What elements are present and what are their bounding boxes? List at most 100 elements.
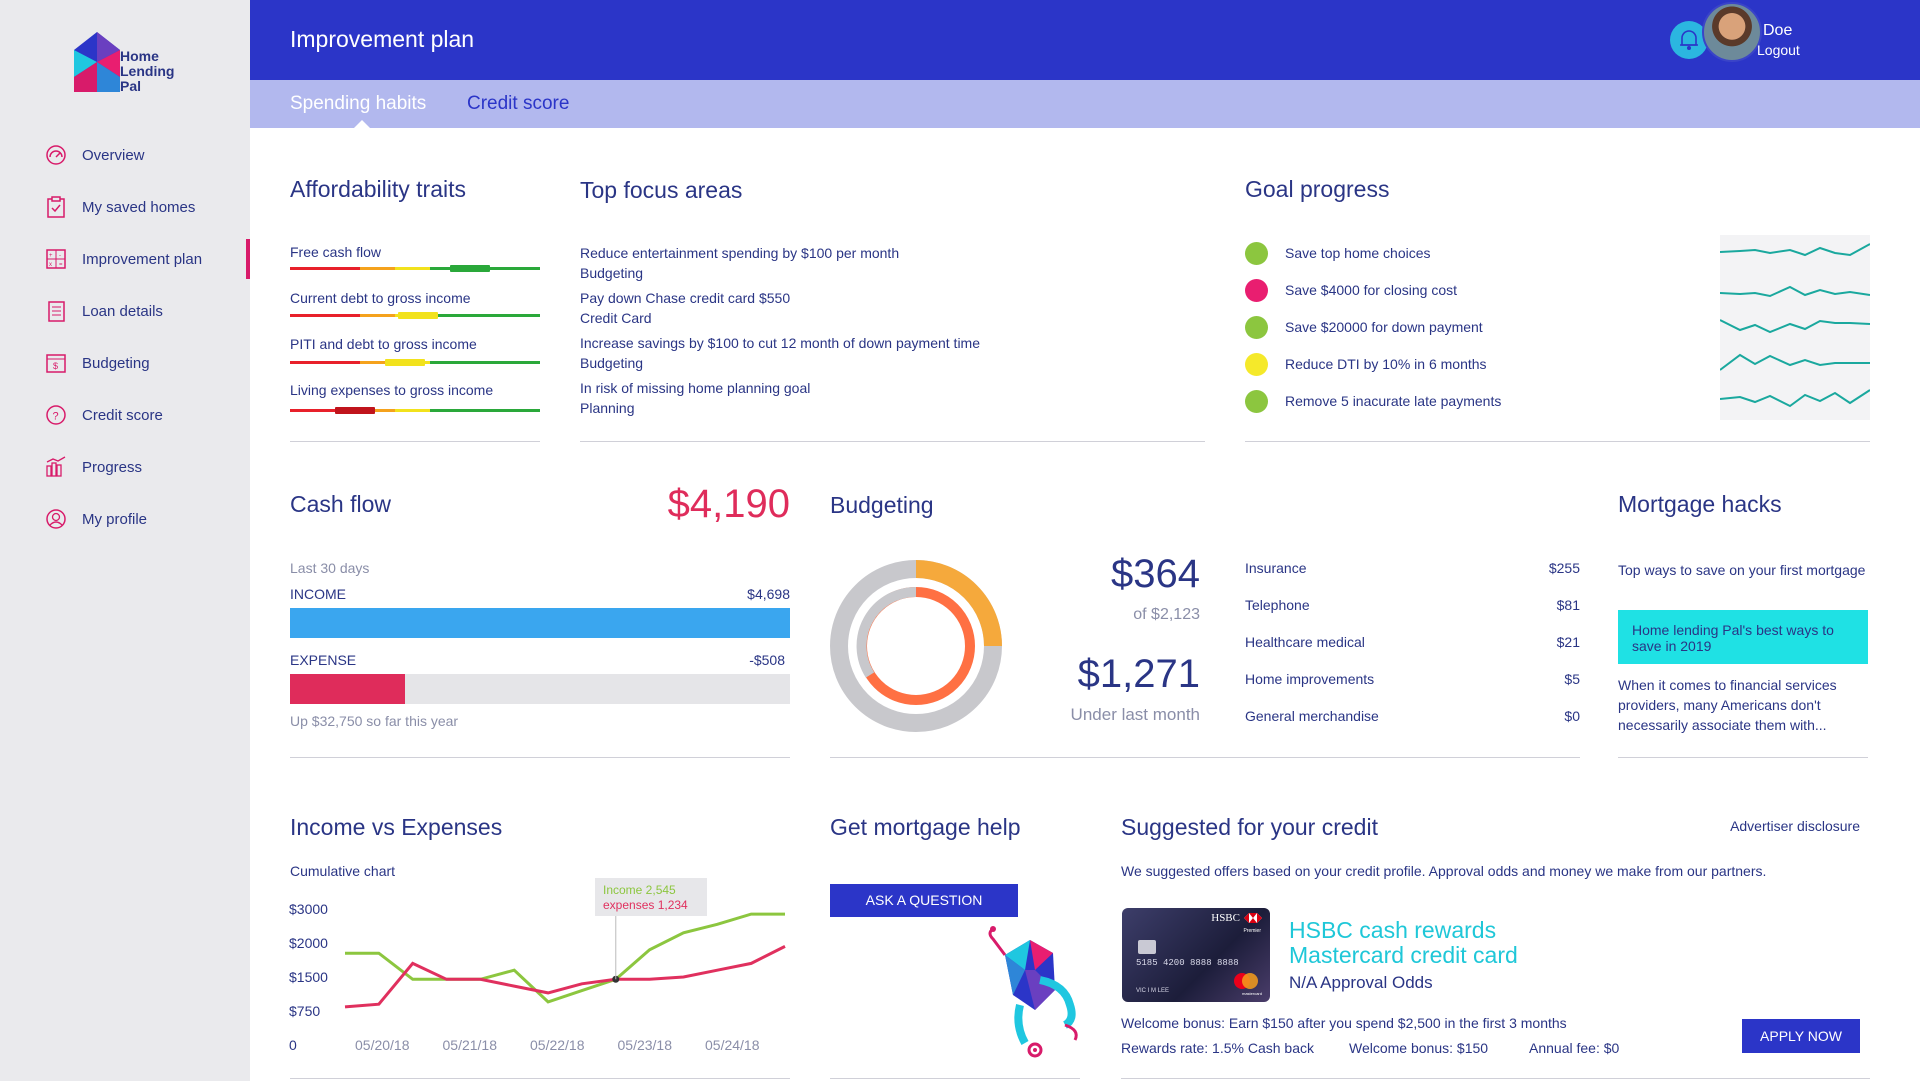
rewards-rate: Rewards rate: 1.5% Cash back [1121, 1040, 1314, 1056]
trait-label: Living expenses to gross income [290, 382, 494, 398]
focus-item[interactable]: In risk of missing home planning goal [580, 380, 810, 396]
focus-title: Top focus areas [580, 177, 743, 203]
budgeting-title: Budgeting [830, 492, 934, 518]
sidebar-item-saved-homes[interactable]: My saved homes [0, 187, 250, 227]
goal-status-dot [1245, 390, 1268, 413]
svg-text:$: $ [53, 361, 58, 371]
focus-item[interactable]: Pay down Chase credit card $550 [580, 290, 790, 306]
chart-title: Income vs Expenses [290, 814, 503, 840]
card-name-line: Mastercard credit card [1289, 942, 1518, 968]
calculator-icon: + - x = [46, 249, 66, 269]
card-name-link[interactable]: HSBC cash rewards Mastercard credit card [1289, 918, 1518, 968]
sidebar-item-progress[interactable]: Progress [0, 447, 250, 487]
logo[interactable]: Home Lending Pal [72, 30, 212, 100]
focus-category: Budgeting [580, 265, 644, 281]
x-tick-label: 05/21/18 [443, 1037, 498, 1053]
x-tick-label: 05/22/18 [530, 1037, 585, 1053]
gauge-icon [46, 145, 66, 165]
card-tier: Premier [1243, 928, 1261, 934]
budget-category-name: Telephone [1245, 597, 1310, 613]
sidebar-item-overview[interactable]: Overview [0, 135, 250, 175]
card-brand: HSBC [1211, 912, 1240, 924]
advertiser-disclosure-link[interactable]: Advertiser disclosure [1720, 818, 1860, 834]
tab-credit-score[interactable]: Credit score [467, 93, 569, 115]
budget-category-name: Healthcare medical [1245, 634, 1365, 650]
card-holder: VIC I M LEE [1136, 988, 1170, 994]
cashflow-period: Last 30 days [290, 560, 370, 576]
sidebar: Home Lending Pal Overview My saved homes… [0, 0, 250, 1081]
goal-sparklines [1720, 235, 1870, 420]
divider [290, 757, 790, 758]
x-tick-label: 05/20/18 [355, 1037, 410, 1053]
welcome-bonus-detail: Welcome bonus: Earn $150 after you spend… [1121, 1015, 1567, 1031]
trait-label: Free cash flow [290, 244, 382, 260]
goal-label: Remove 5 inacurate late payments [1285, 393, 1502, 409]
house-logo-icon [74, 32, 120, 92]
sidebar-item-credit-score[interactable]: ? Credit score [0, 395, 250, 435]
svg-text:-: - [59, 253, 61, 259]
income-value: $4,698 [747, 586, 790, 602]
cashflow-amount: $4,190 [667, 482, 790, 526]
trait-bar [290, 407, 540, 414]
budget-donut [830, 560, 1002, 732]
divider [1245, 441, 1870, 442]
trait-bar [290, 312, 540, 319]
logo-text-lending: Lending [120, 63, 175, 79]
budget-category-amount: $255 [1548, 560, 1580, 576]
trait-bar [290, 359, 540, 366]
budget-category-name: Insurance [1245, 560, 1307, 576]
divider [580, 441, 1205, 442]
focus-category: Credit Card [580, 310, 652, 326]
avatar[interactable] [1702, 2, 1762, 62]
mastercard-logo-icon [1234, 973, 1258, 989]
expense-label: EXPENSE [290, 652, 357, 668]
focus-item[interactable]: Reduce entertainment spending by $100 pe… [580, 245, 899, 261]
y-tick-label: $750 [289, 1003, 320, 1019]
y-tick-label: $3000 [289, 901, 328, 917]
welcome-bonus: Welcome bonus: $150 [1349, 1040, 1489, 1056]
credit-card-image[interactable]: HSBC Premier 5185 4200 8888 8888 VIC I M… [1122, 908, 1270, 1002]
income-label: INCOME [290, 586, 346, 602]
expense-bar [290, 674, 790, 704]
document-icon [48, 301, 65, 322]
ask-question-button[interactable]: ASK A QUESTION [830, 884, 1018, 917]
goal-status-dot [1245, 353, 1268, 376]
active-tab-caret [354, 120, 370, 128]
card-chip [1138, 940, 1156, 954]
budget-category-name: General merchandise [1245, 708, 1379, 724]
divider [830, 757, 1580, 758]
sidebar-item-label: Credit score [82, 407, 163, 424]
budget-under-label: Under last month [1070, 705, 1200, 724]
x-tick-label: 05/23/18 [618, 1037, 673, 1053]
robot-mascot-icon [988, 926, 1078, 1058]
income-bar [290, 608, 790, 638]
credit-intro: We suggested offers based on your credit… [1121, 863, 1767, 879]
x-tick-label: 05/24/18 [705, 1037, 760, 1053]
apply-now-button[interactable]: APPLY NOW [1742, 1019, 1860, 1053]
budget-total: of $2,123 [1133, 606, 1200, 623]
goal-status-dot [1245, 316, 1268, 339]
sidebar-item-label: My profile [82, 511, 148, 528]
y-tick-label: 0 [289, 1037, 297, 1053]
focus-item[interactable]: Increase savings by $100 to cut 12 month… [580, 335, 980, 351]
income-bar-fill [290, 608, 790, 638]
tooltip-income: Income 2,545 [603, 883, 676, 897]
hacks-highlight-link[interactable]: Home lending Pal's best ways to save in … [1618, 610, 1868, 664]
budget-category-amount: $21 [1556, 634, 1580, 650]
sidebar-item-budgeting[interactable]: $ Budgeting [0, 343, 250, 383]
budget-spent: $364 [1111, 552, 1200, 596]
sidebar-item-my-profile[interactable]: My profile [0, 499, 250, 539]
logo-text-pal: Pal [120, 78, 142, 94]
income-expenses-chart: 0 $750 $1500 $2000 $3000 05/20/18 05/21/18 05/2… [289, 878, 786, 1053]
sidebar-item-label: Loan details [82, 303, 163, 320]
svg-text:x: x [49, 262, 52, 268]
budget-category-amount: $5 [1564, 671, 1580, 687]
credit-title: Suggested for your credit [1121, 814, 1378, 840]
sidebar-item-loan-details[interactable]: Loan details [0, 291, 250, 331]
affordability-title: Affordability traits [290, 176, 466, 202]
tab-spending-habits[interactable]: Spending habits [290, 93, 426, 115]
divider [1121, 1078, 1870, 1079]
logout-link[interactable]: Logout [1757, 42, 1800, 58]
svg-text:+: + [49, 253, 53, 259]
sidebar-item-improvement-plan[interactable]: + - x = Improvement plan [0, 239, 250, 279]
